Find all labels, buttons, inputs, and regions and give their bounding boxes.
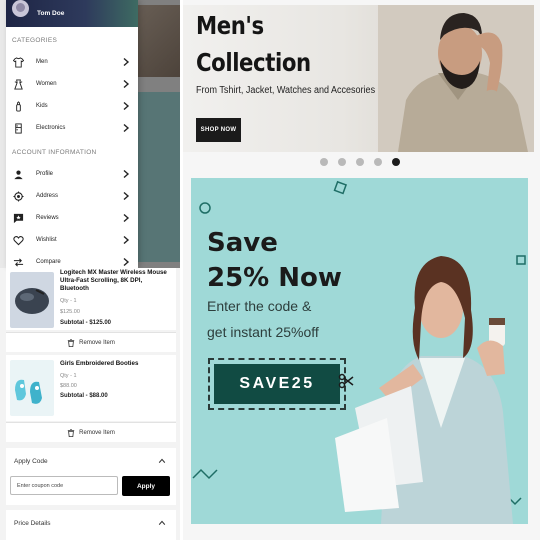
product-price: $88.00 [60,383,77,389]
chevron-right-icon [123,123,130,133]
remove-item-button[interactable]: Remove Item [6,422,176,442]
chevron-right-icon [123,169,130,179]
banner-subtitle: From Tshirt, Jacket, Watches and Accesor… [196,85,376,96]
drawer-item-kids[interactable]: Kids [6,95,138,117]
banner-title-line1: Men's [196,11,264,40]
carousel-dot[interactable] [356,158,364,166]
drawer-item-label: Kids [36,103,48,109]
carousel-dot[interactable] [338,158,346,166]
price-details-section: Price Details [6,510,176,540]
drawer-item-label: Women [36,81,57,87]
promo-panel: Men's Collection From Tshirt, Jacket, Wa… [183,0,540,540]
trash-icon [67,428,75,437]
banner-model-image [378,5,534,152]
promo-card[interactable]: Save 25% Now Enter the code & get instan… [191,178,528,524]
cart-item: Girls Embroidered Booties Qty - 1 $88.00… [6,355,176,421]
chevron-up-icon [158,520,166,525]
banner-title-line2: Collection [196,48,311,77]
drawer-item-wishlist[interactable]: Wishlist [6,229,138,251]
drawer-header: Tom Doe [6,0,138,27]
coupon-code-box: SAVE25 [208,358,346,410]
baby-bottle-icon [12,100,24,112]
drawer-item-label: Address [36,193,59,199]
cart-item: Logitech MX Master Wireless Mouse Ultra-… [6,268,176,330]
product-subtotal: Subtotal - $88.00 [60,393,108,399]
drawer-item-label: Electronics [36,125,66,131]
remove-item-label: Remove Item [79,429,115,436]
apply-button[interactable]: Apply [122,476,170,496]
compare-icon [12,256,24,268]
chevron-right-icon [123,213,130,223]
trash-icon [67,338,75,347]
drawer-item-men[interactable]: Men [6,51,138,73]
drawer-item-reviews[interactable]: Reviews [6,207,138,229]
heart-icon [12,234,24,246]
mobile-app-panel: Tom Doe CATEGORIES Men Women Kids Electr… [0,0,180,540]
carousel-dots [320,158,400,166]
account-heading: ACCOUNT INFORMATION [12,149,97,156]
drawer-item-label: Reviews [36,215,59,221]
banner-title: Men's Collection [196,7,311,81]
product-title[interactable]: Girls Embroidered Booties [60,360,172,368]
hero-banner[interactable]: Men's Collection From Tshirt, Jacket, Wa… [183,5,534,152]
drawer-item-women[interactable]: Women [6,73,138,95]
mouse-product-image[interactable] [10,272,54,328]
chevron-right-icon [123,257,130,267]
person-icon [12,168,24,180]
promo-code[interactable]: SAVE25 [214,364,340,404]
chevron-right-icon [123,79,130,89]
price-details-title: Price Details [14,519,51,527]
product-title[interactable]: Logitech MX Master Wireless Mouse Ultra-… [60,269,172,293]
fridge-icon [12,122,24,134]
shop-now-button[interactable]: SHOP NOW [196,118,241,142]
chevron-right-icon [123,191,130,201]
categories-heading: CATEGORIES [12,37,58,44]
product-subtotal: Subtotal - $125.00 [60,320,112,326]
navigation-drawer: Tom Doe CATEGORIES Men Women Kids Electr… [6,0,138,268]
price-details-header[interactable]: Price Details [6,510,176,536]
apply-code-title: Apply Code [14,457,48,465]
remove-item-button[interactable]: Remove Item [6,332,176,352]
product-qty: Qty - 1 [60,373,77,379]
booties-product-image[interactable] [10,360,54,416]
drawer-scrim[interactable] [138,0,180,268]
carousel-dot[interactable] [374,158,382,166]
drawer-item-label: Compare [36,259,61,265]
location-icon [12,190,24,202]
review-icon [12,212,24,224]
chevron-right-icon [123,57,130,67]
chevron-up-icon [158,458,166,463]
chevron-right-icon [123,235,130,245]
apply-code-header[interactable]: Apply Code [6,448,176,474]
drawer-item-electronics[interactable]: Electronics [6,117,138,139]
drawer-item-address[interactable]: Address [6,185,138,207]
coupon-placeholder: Enter coupon code [17,482,64,489]
tshirt-icon [12,56,24,68]
coupon-input[interactable]: Enter coupon code [10,476,118,495]
drawer-item-profile[interactable]: Profile [6,163,138,185]
screenshot-collage: Tom Doe CATEGORIES Men Women Kids Electr… [0,0,540,540]
avatar[interactable] [12,0,29,17]
user-name: Tom Doe [37,10,65,17]
drawer-item-label: Men [36,59,48,65]
carousel-dot[interactable] [320,158,328,166]
drawer-item-label: Profile [36,171,54,177]
carousel-dot-active[interactable] [392,158,400,166]
remove-item-label: Remove Item [79,339,115,346]
chevron-right-icon [123,101,130,111]
dress-icon [12,78,24,90]
drawer-item-label: Wishlist [36,237,57,243]
product-price: $125.00 [60,309,80,315]
product-qty: Qty - 1 [60,298,77,304]
scissors-icon [338,373,354,389]
